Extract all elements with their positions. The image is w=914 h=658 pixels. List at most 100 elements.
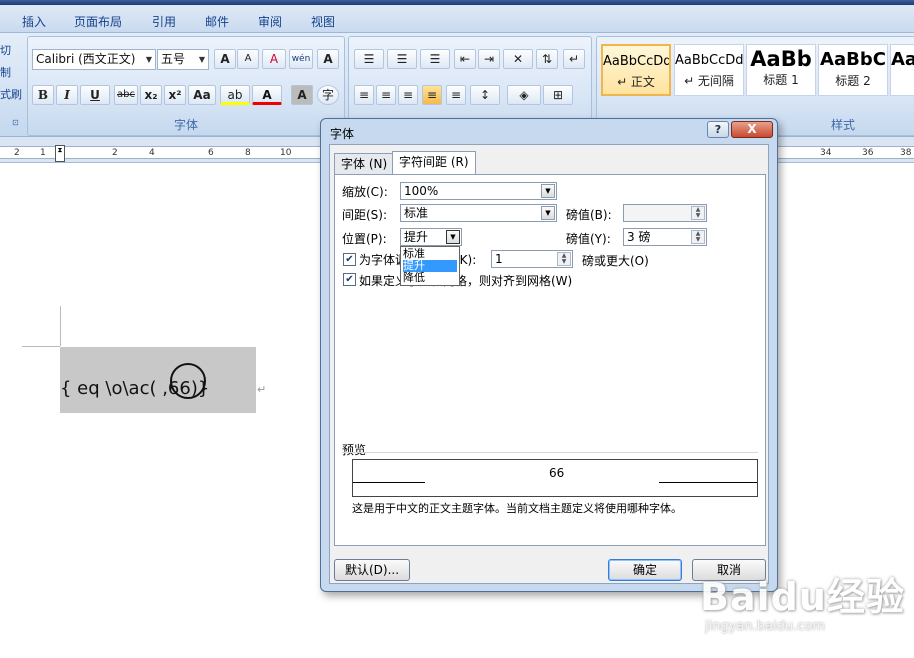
preview-baseline [353,482,425,483]
tab-references[interactable]: 引用 [152,13,176,30]
close-button[interactable]: X [731,121,773,138]
style-heading-2[interactable]: AaBbC 标题 2 [818,44,888,96]
tab-page-layout[interactable]: 页面布局 [74,13,122,30]
multilevel-list-button[interactable]: ☰ [420,49,450,69]
tab-insert[interactable]: 插入 [22,13,46,30]
kerning-input[interactable]: 1 ▲ ▼ [491,250,573,268]
tab-character-spacing[interactable]: 字符间距 (R) [392,151,476,174]
grow-font-button[interactable]: A [214,49,236,69]
baidu-watermark-url: jingyan.baidu.com [705,619,825,634]
style-heading-1[interactable]: AaBb 标题 1 [746,44,816,96]
justify-button[interactable]: ≡ [422,85,442,105]
clear-format-button[interactable]: A [262,49,286,69]
indent-marker-icon[interactable]: ⧗ [55,145,65,162]
superscript-button[interactable]: x² [164,85,186,105]
subscript-button[interactable]: x₂ [140,85,162,105]
shading-button[interactable]: ◈ [507,85,541,105]
phonetic-guide-button[interactable]: wén [289,49,313,69]
tab-view[interactable]: 视图 [311,13,335,30]
multilevel-list-icon: ☰ [429,52,441,66]
grid-label: 如果定义了文档网格，则对齐到网格(W) [359,274,573,288]
font-name-value: Calibri (西文正文) [36,52,136,66]
tab-font[interactable]: 字体 (N) [334,153,395,174]
asian-layout-button[interactable]: ✕ [503,49,533,69]
bold-button[interactable]: B [32,85,54,105]
font-name-combo[interactable]: Calibri (西文正文) ▼ [32,49,156,70]
enclose-char-button[interactable]: 字 [317,85,339,105]
underline-icon: U [90,88,100,102]
italic-icon: I [64,88,70,102]
spacing-select[interactable]: 标准 ▼ [400,204,557,222]
char-border-button[interactable]: A [317,49,339,69]
position-select[interactable]: 提升 ▼ [400,228,462,246]
font-size-combo[interactable]: 五号 ▼ [157,49,209,70]
chevron-down-icon[interactable]: ▼ [541,184,555,198]
style-normal[interactable]: AaBbCcDd ↵ 正文 [601,44,671,96]
ruler-tick: 38 [900,148,912,158]
font-color-button[interactable]: A [252,85,282,105]
style-partial[interactable]: Aa [890,44,914,96]
clipboard-group-partial: 切 制 式刷 [0,40,22,106]
chevron-down-icon[interactable]: ▼ [446,230,460,244]
align-left-button[interactable]: ≡ [354,85,374,105]
highlight-button[interactable]: ab [220,85,250,105]
sort-button[interactable]: ⇅ [536,49,558,69]
ruler-tick: 2 [14,148,20,158]
cut-button[interactable]: 切 [0,40,22,62]
position-option-lowered[interactable]: 降低 [403,272,457,284]
change-case-button[interactable]: Aa [188,85,216,105]
increase-indent-button[interactable]: ⇥ [478,49,500,69]
help-button[interactable]: ? [707,121,729,138]
ruler-tick: 2 [112,148,118,158]
preview-box: 66 [352,459,758,497]
distributed-icon: ≡ [450,88,462,102]
decrease-indent-button[interactable]: ⇤ [454,49,476,69]
spinner-icon[interactable]: ▲ ▼ [691,206,705,220]
dialog-title: 字体 [330,127,355,141]
position-dropdown-list: 标准 提升 降低 [400,246,460,286]
copy-button[interactable]: 制 [0,62,22,84]
tab-review[interactable]: 审阅 [258,13,282,30]
change-case-icon: Aa [193,88,211,102]
line-spacing-button[interactable]: ↕ [470,85,500,105]
char-shading-button[interactable]: A [291,85,313,105]
chevron-down-icon[interactable]: ▼ [143,50,155,69]
align-center-icon: ≡ [380,88,392,102]
align-center-button[interactable]: ≡ [376,85,396,105]
format-painter-button[interactable]: 式刷 [0,84,22,106]
spinner-icon[interactable]: ▲ ▼ [691,230,705,244]
grid-checkbox[interactable]: ✔ [343,273,356,286]
ruler-tick: 4 [149,148,155,158]
chevron-down-icon[interactable]: ▼ [196,50,208,69]
underline-button[interactable]: U [80,85,110,105]
align-right-button[interactable]: ≡ [398,85,418,105]
border-grid-icon: ⊞ [552,88,564,102]
chevron-down-icon[interactable]: ▼ [541,206,555,220]
ruler-tick: 36 [862,148,874,158]
italic-button[interactable]: I [56,85,78,105]
paragraph-mark: ↵ [257,383,267,396]
char-shading-icon: A [297,88,307,102]
distributed-button[interactable]: ≡ [446,85,466,105]
position-by-input[interactable]: 3 磅 ▲ ▼ [623,228,707,246]
scale-select[interactable]: 100% ▼ [400,182,557,200]
tab-mailings[interactable]: 邮件 [205,13,229,30]
spinner-icon[interactable]: ▲ ▼ [557,252,571,266]
dialog-launcher-icon[interactable]: ⊡ [12,118,19,127]
style-no-spacing[interactable]: AaBbCcDd ↵ 无间隔 [674,44,744,96]
borders-button[interactable]: ⊞ [543,85,573,105]
ok-button[interactable]: 确定 [608,559,682,581]
strikethrough-icon: abc [117,89,135,100]
numbering-button[interactable]: ☰ [387,49,417,69]
font-dialog: 字体 ? X 字体 (N) 字符间距 (R) 缩放(C): 100% ▼ 间距(… [320,118,778,592]
default-button[interactable]: 默认(D)... [334,559,410,581]
shrink-font-button[interactable]: A [237,49,259,69]
kerning-checkbox[interactable]: ✔ [343,253,356,266]
spacing-by-input[interactable]: ▲ ▼ [623,204,707,222]
style-name: 标题 2 [835,74,871,88]
bullets-button[interactable]: ☰ [354,49,384,69]
show-marks-button[interactable]: ↵ [563,49,585,69]
phonetic-guide-icon: wén [291,54,311,64]
strikethrough-button[interactable]: abc [114,85,138,105]
ruler-tick: 10 [280,148,292,158]
